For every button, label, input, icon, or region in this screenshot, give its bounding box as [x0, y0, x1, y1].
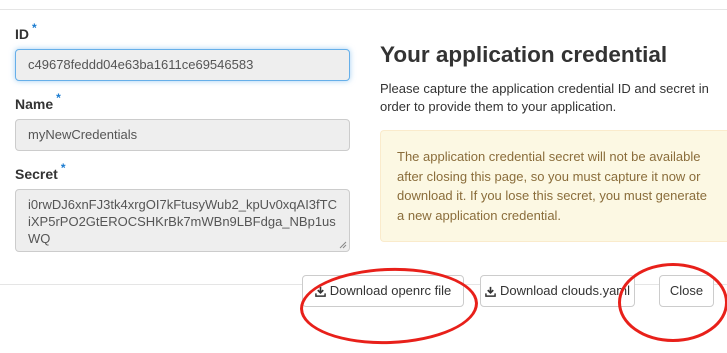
required-mark: * [32, 21, 37, 35]
download-clouds-button[interactable]: Download clouds.yaml [480, 275, 635, 307]
download-clouds-label: Download clouds.yaml [499, 283, 631, 298]
secret-label-text: Secret [15, 166, 58, 182]
secret-textarea[interactable]: i0rwDJ6xnFJ3tk4xrgOI7kFtusyWub2_kpUv0xqA… [15, 189, 350, 252]
id-field[interactable]: c49678feddd04e63ba1611ce69546583 [15, 49, 350, 81]
name-field[interactable]: myNewCredentials [15, 119, 350, 151]
info-title: Your application credential [380, 42, 668, 67]
info-panel: Your application credential Please captu… [380, 40, 727, 242]
name-label: Name * [15, 91, 351, 115]
secret-label: Secret * [15, 161, 351, 185]
secret-value: i0rwDJ6xnFJ3tk4xrgOI7kFtusyWub2_kpUv0xqA… [28, 197, 337, 246]
name-label-text: Name [15, 96, 54, 112]
required-mark: * [56, 91, 61, 105]
close-button[interactable]: Close [659, 275, 714, 307]
close-label: Close [669, 283, 704, 298]
info-description: Please capture the application credentia… [380, 81, 709, 114]
header-divider [0, 9, 727, 10]
id-label: ID * [15, 21, 351, 45]
download-icon [314, 286, 326, 297]
warning-alert: The application credential secret will n… [380, 130, 727, 242]
credential-form: ID * c49678feddd04e63ba1611ce69546583 Nam… [15, 21, 351, 252]
download-openrc-label: Download openrc file [329, 283, 452, 298]
download-icon [485, 286, 496, 297]
id-label-text: ID [15, 26, 29, 42]
required-mark: * [60, 161, 66, 175]
download-openrc-button[interactable]: Download openrc file [302, 275, 464, 307]
resize-handle-icon[interactable] [339, 241, 347, 249]
